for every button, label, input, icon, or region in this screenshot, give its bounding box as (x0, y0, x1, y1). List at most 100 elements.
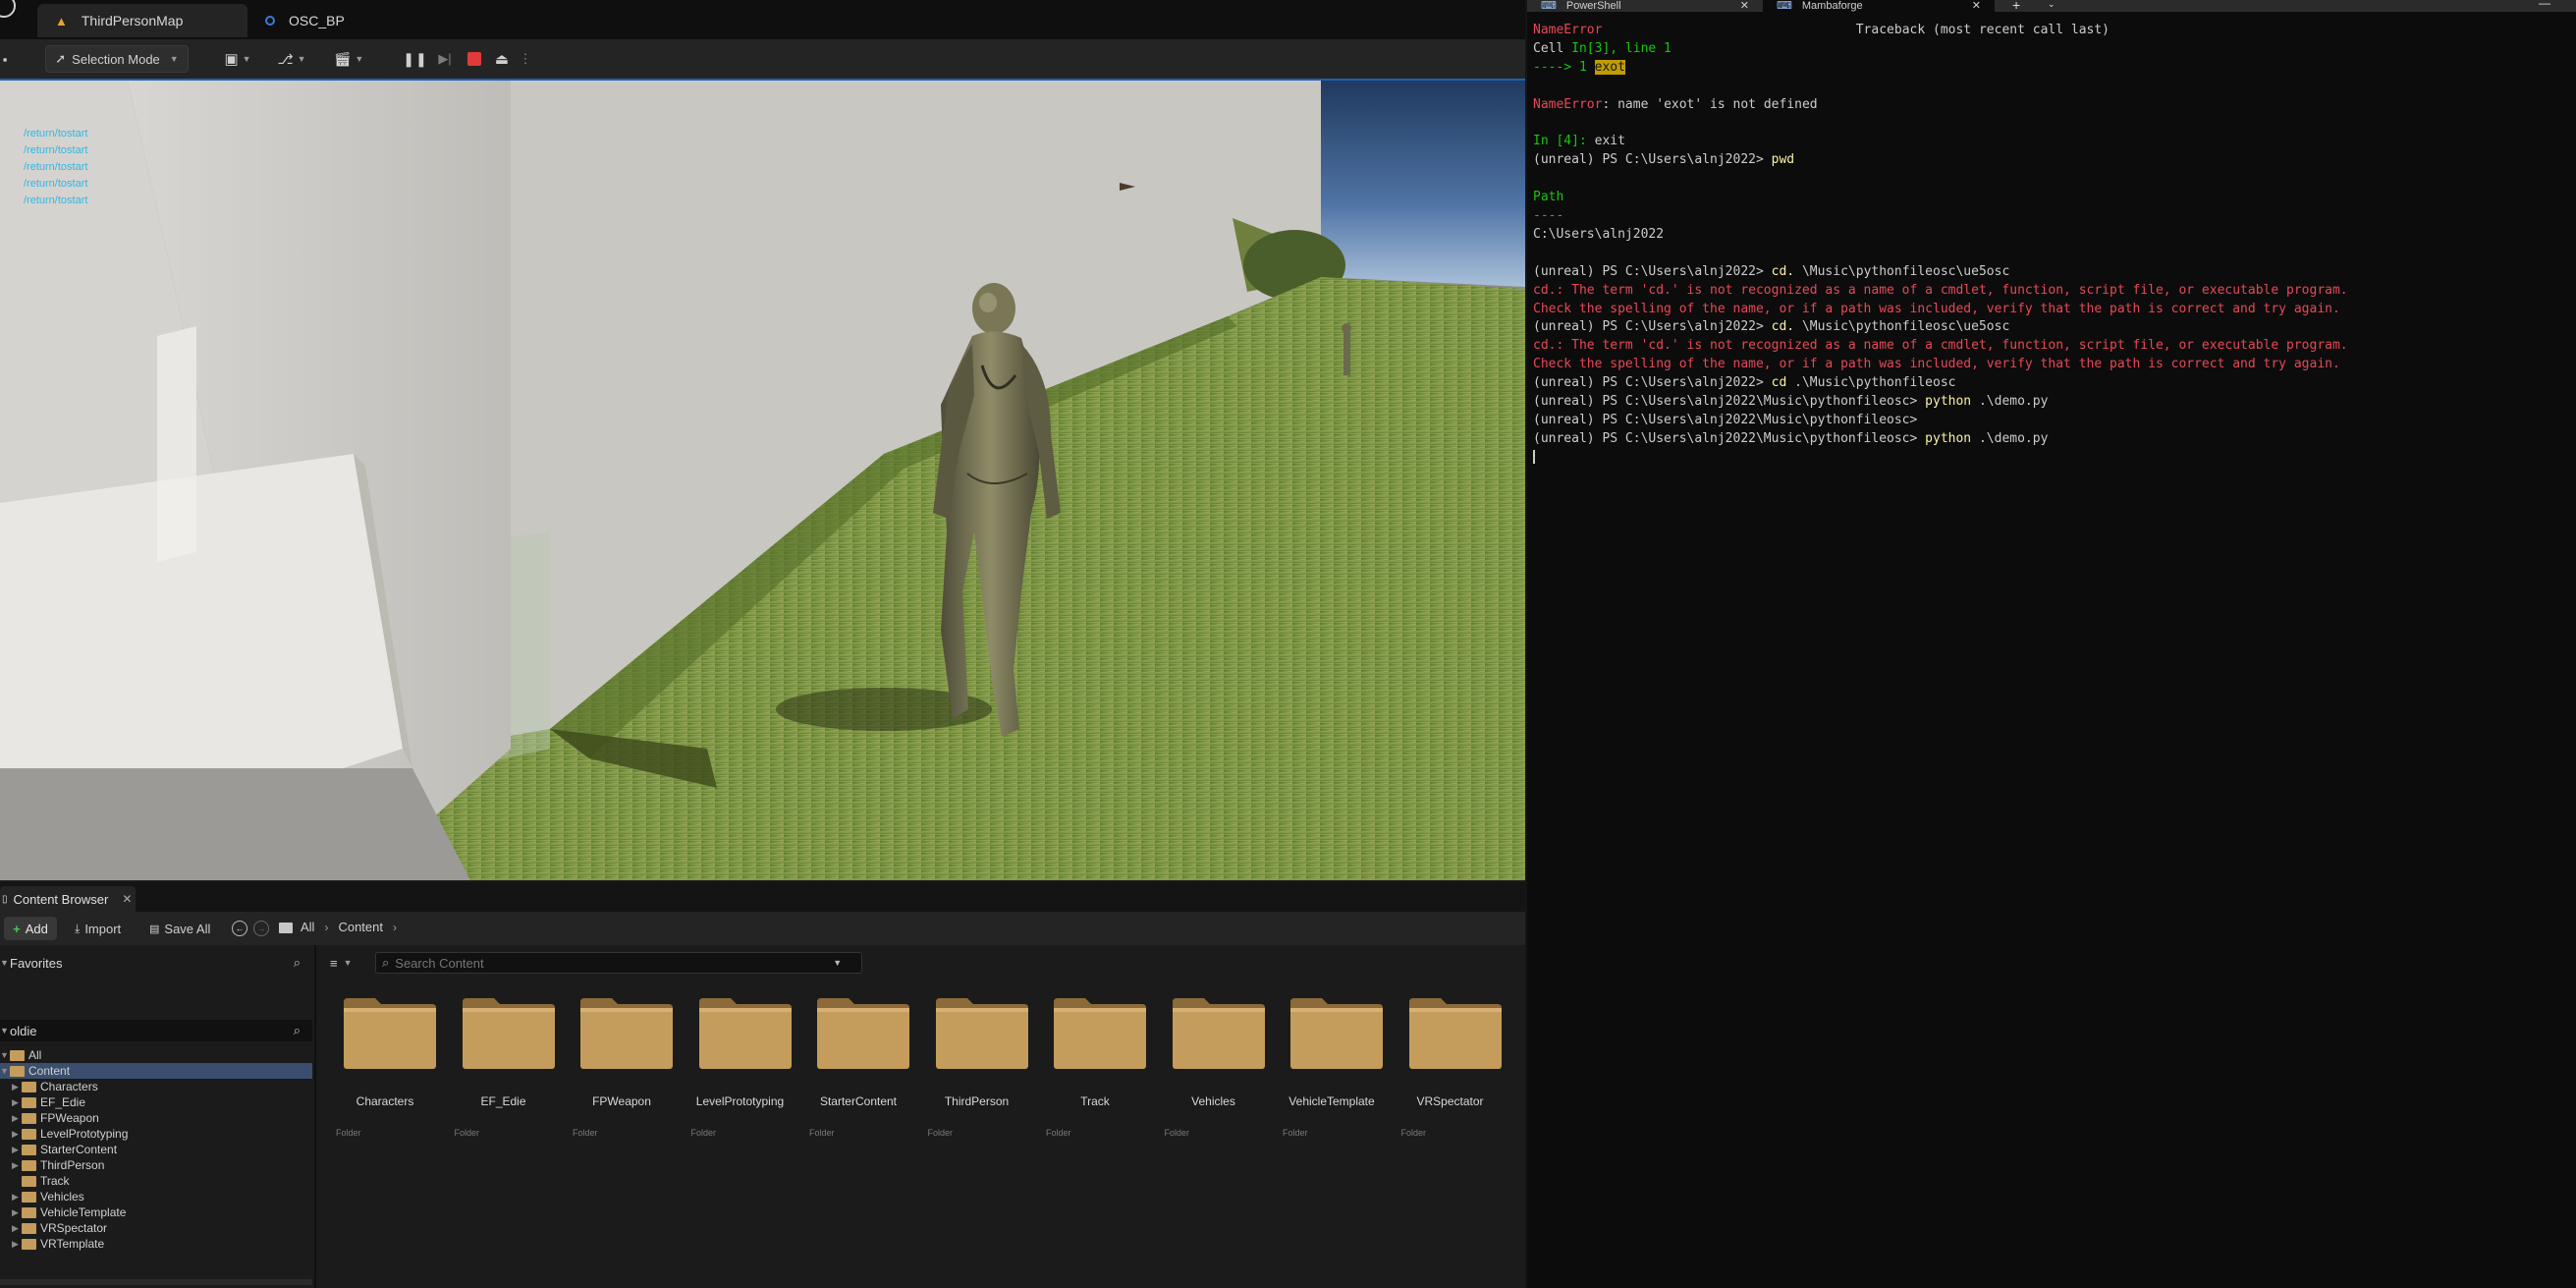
path-filter-field[interactable]: ▼ oldie ⌕ (0, 1020, 312, 1041)
terminal-window: ⌨ PowerShell ✕ ⌨ Mambaforge ✕ + ⌄ — Name… (1527, 0, 2576, 1288)
search-input[interactable] (395, 955, 828, 971)
tree-item-levelprototyping[interactable]: ▶ LevelPrototyping (0, 1126, 312, 1142)
chevron-down-icon[interactable]: ▼ (833, 958, 842, 968)
clapper-icon: 🎬︎ (333, 50, 352, 67)
favorites-header[interactable]: ▼ Favorites ⌕ (0, 951, 312, 975)
close-icon[interactable]: ✕ (1972, 1, 1981, 12)
pause-icon: ❚❚ (403, 50, 428, 67)
terminal-text: Check the spelling of the name, or if a … (1533, 301, 2340, 316)
add-actor-button[interactable]: ▣ ▼ (218, 45, 257, 73)
asset-tile-folder[interactable]: Track Folder (1042, 984, 1150, 1138)
filter-icon: ≡ (330, 955, 338, 971)
tree-item-fpweapon[interactable]: ▶ FPWeapon (0, 1110, 312, 1126)
tab-content-browser[interactable]: ▯ Content Browser ✕ (0, 886, 136, 912)
eject-button[interactable]: ⏏ (489, 45, 515, 73)
folder-icon (935, 998, 1028, 1069)
tab-dropdown-icon[interactable]: ⌄ (2048, 0, 2055, 10)
asset-tile-folder[interactable]: FPWeapon Folder (569, 984, 677, 1138)
breadcrumb-content[interactable]: Content (338, 920, 383, 934)
tree-item-vrtemplate[interactable]: ▶ VRTemplate (0, 1236, 312, 1252)
terminal-output[interactable]: NameError Traceback (most recent call la… (1527, 22, 2576, 1279)
tab-powershell[interactable]: ⌨ PowerShell ✕ (1527, 0, 1763, 12)
tab-thirdpersonmap[interactable]: ▲ ThirdPersonMap (37, 4, 247, 37)
blueprints-button[interactable]: ⎇ ▼ (271, 45, 312, 73)
level-viewport[interactable]: /return/tostart /return/tostart /return/… (0, 79, 1525, 880)
save-all-button[interactable]: ▤ Save All (149, 917, 222, 940)
save-icon[interactable]: ▪ (0, 45, 14, 73)
expand-arrow-icon[interactable]: ▶ (12, 1129, 22, 1140)
asset-tile-type: Folder (690, 1128, 717, 1138)
more-options-icon[interactable]: ⋮ (517, 45, 534, 73)
history-forward-icon[interactable]: → (253, 921, 269, 936)
folder-icon (1172, 998, 1265, 1069)
minimize-icon[interactable]: — (2539, 0, 2550, 10)
stop-button[interactable] (462, 45, 487, 73)
asset-tile-label: FPWeapon (592, 1094, 651, 1108)
asset-tile-folder[interactable]: LevelPrototyping Folder (687, 984, 795, 1138)
expand-arrow-icon[interactable]: ▶ (12, 1207, 22, 1218)
asset-tile-folder[interactable]: EF_Edie Folder (451, 984, 559, 1138)
pause-button[interactable]: ❚❚ (403, 45, 428, 73)
new-tab-button[interactable]: + (2012, 0, 2020, 13)
unreal-logo-icon[interactable] (0, 0, 16, 18)
expand-arrow-icon[interactable]: ▼ (0, 1050, 10, 1060)
breadcrumb-all[interactable]: All (301, 920, 314, 934)
history-back-icon[interactable]: ← (232, 921, 247, 936)
chevron-right-icon[interactable]: › (393, 921, 397, 934)
cinematics-button[interactable]: 🎬︎ ▼ (328, 45, 369, 73)
collapse-arrow-icon: ▼ (0, 958, 9, 968)
tree-item-content[interactable]: ▼ Content (0, 1063, 312, 1079)
viewport-scene (0, 81, 1525, 880)
asset-tile-folder[interactable]: VehicleTemplate Folder (1279, 984, 1387, 1138)
expand-arrow-icon[interactable]: ▶ (12, 1239, 22, 1250)
tree-item-track[interactable]: Track (0, 1173, 312, 1189)
asset-tile-folder[interactable]: VRSpectator Folder (1398, 984, 1506, 1138)
tree-label: ThirdPerson (40, 1158, 105, 1172)
tree-item-vehicletemplate[interactable]: ▶ VehicleTemplate (0, 1204, 312, 1220)
folder-icon (22, 1175, 36, 1187)
add-button[interactable]: + Add (4, 917, 57, 940)
save-icon: ▤ (149, 923, 160, 935)
tree-item-vehicles[interactable]: ▶ Vehicles (0, 1189, 312, 1204)
tree-item-vrspectator[interactable]: ▶ VRSpectator (0, 1220, 312, 1236)
terminal-text: (unreal) PS C:\Users\alnj2022> (1533, 319, 1772, 335)
expand-arrow-icon[interactable]: ▶ (12, 1160, 22, 1171)
terminal-line: In [4]: exit (1533, 133, 1625, 151)
expand-arrow-icon[interactable]: ▶ (12, 1223, 22, 1234)
expand-arrow-icon[interactable]: ▼ (0, 1066, 10, 1076)
expand-arrow-icon[interactable]: ▶ (12, 1082, 22, 1092)
tree-item-characters[interactable]: ▶ Characters (0, 1079, 312, 1094)
tree-item-thirdperson[interactable]: ▶ ThirdPerson (0, 1157, 312, 1173)
search-icon[interactable]: ⌕ (294, 955, 301, 971)
search-content-field[interactable]: ⌕ ▼ (375, 952, 862, 974)
asset-tile-type: Folder (454, 1128, 480, 1138)
tab-osc-bp[interactable]: OSC_BP (247, 4, 405, 37)
tree-item-all[interactable]: ▼ All (0, 1047, 312, 1063)
expand-arrow-icon[interactable]: ▶ (12, 1145, 22, 1155)
selection-mode-button[interactable]: ➚ Selection Mode ▼ (45, 45, 189, 73)
terminal-text: ----> 1 (1533, 59, 1595, 75)
folder-icon (279, 923, 293, 933)
debug-line: /return/tostart (24, 128, 88, 140)
panel-scrollbar[interactable] (0, 1279, 312, 1285)
tree-item-ef-edie[interactable]: ▶ EF_Edie (0, 1094, 312, 1110)
close-icon[interactable]: ✕ (122, 892, 132, 906)
tab-mambaforge[interactable]: ⌨ Mambaforge ✕ (1763, 0, 1995, 12)
tree-item-startercontent[interactable]: ▶ StarterContent (0, 1142, 312, 1157)
filter-button[interactable]: ≡ ▼ (330, 953, 359, 973)
asset-tile-folder[interactable]: Vehicles Folder (1161, 984, 1269, 1138)
add-label: Add (25, 921, 48, 936)
expand-arrow-icon[interactable]: ▶ (12, 1192, 22, 1203)
close-icon[interactable]: ✕ (1740, 1, 1749, 12)
search-icon[interactable]: ⌕ (294, 1023, 301, 1038)
asset-tile-folder[interactable]: StarterContent Folder (805, 984, 913, 1138)
advance-frame-button[interactable]: ▶| (432, 45, 458, 73)
import-button[interactable]: ⤓ Import (75, 917, 137, 940)
folder-icon (698, 998, 792, 1069)
terminal-text: NameError (1533, 23, 1603, 37)
tree-label: VRTemplate (40, 1237, 105, 1251)
asset-tile-folder[interactable]: Characters Folder (332, 984, 440, 1138)
expand-arrow-icon[interactable]: ▶ (12, 1097, 22, 1108)
asset-tile-folder[interactable]: ThirdPerson Folder (924, 984, 1032, 1138)
expand-arrow-icon[interactable]: ▶ (12, 1113, 22, 1124)
